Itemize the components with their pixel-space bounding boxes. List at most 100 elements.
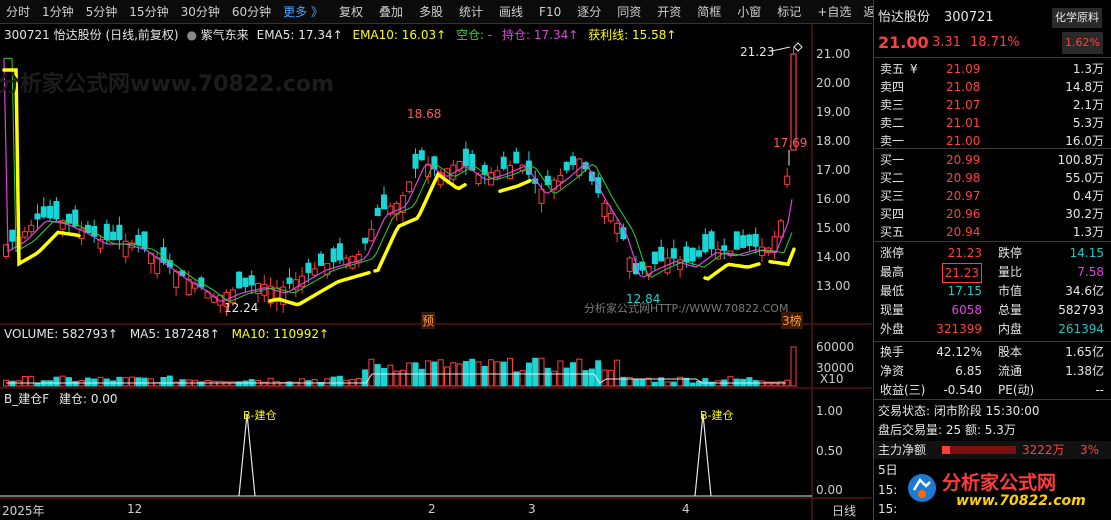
support-line [373,171,467,273]
signal-spike [694,413,712,497]
low-label: 12.24 [224,301,259,315]
toolbar-item[interactable]: 统计 [453,0,489,24]
ask-row[interactable]: 卖四 21.08 14.8万 [874,78,1111,96]
ask-row[interactable]: 卖三 21.07 2.1万 [874,96,1111,114]
stat-label: 总量 [998,303,1023,317]
candle-body [746,234,753,247]
volume-bar [651,381,658,387]
x-label: 3 [528,502,536,516]
toolbar-item[interactable]: 同资 [611,0,647,24]
candle-body [677,259,684,271]
volume-bar [286,381,293,387]
toolbar-item[interactable]: 标记 [771,0,807,24]
stat-value: 34.6亿 [1065,284,1104,298]
y-tick: 18.00 [816,134,851,148]
candle-body [626,257,633,272]
industry-tag[interactable]: 化学原料 [1052,8,1102,28]
volume-bar [633,379,639,387]
bid-volume: 55.0万 [1065,171,1104,185]
bid-price: 20.94 [946,225,981,239]
toolbar-item[interactable]: 1分钟 [36,0,80,24]
toolbar-item[interactable]: 复权 [333,0,369,24]
period-toolbar: 分时 1分钟 5分钟 15分钟 30分钟 60分钟 更多 》复权 叠加 多股 统计 画线 F10 逐分同… [0,0,887,24]
bid-row[interactable]: 买五 20.94 1.3万 [874,223,1111,241]
bid-label: 买三 [880,189,905,203]
toolbar-item[interactable]: 开资 [651,0,687,24]
candle-body [9,229,16,242]
volume-bar [242,380,249,387]
ask-flag: ¥ [910,62,918,76]
bid-row[interactable]: 买三 20.97 0.4万 [874,187,1111,205]
toolbar-item[interactable]: F10 [533,0,567,24]
volume-bar [368,358,375,387]
main-net-row[interactable]: 主力净额 3222万 3% [874,441,1111,459]
stat-label: 跌停 [998,246,1023,260]
stat-label: 股本 [998,345,1023,359]
indicator-title[interactable]: B_建仓F [4,392,49,406]
candle-body [689,247,696,262]
toolbar-item[interactable]: +自选 [811,0,857,24]
volume-bar [582,370,589,387]
tag-pct: 1.62% [1062,32,1103,54]
logo-url: www.70822.com [956,493,1086,509]
stock-name: 怡达股份 [878,10,931,25]
candle-body [708,231,715,250]
candle-body [702,234,709,253]
candle-body [40,206,47,218]
x-label: 2 [428,502,436,516]
chart-area[interactable]: 300721 怡达股份 (日线,前复权) ● 紫气东来 EMA5: 17.34↑… [0,24,872,520]
ask-price: 21.08 [946,80,981,94]
toolbar-item[interactable]: 30分钟 [175,0,226,24]
volume-bar [160,376,167,387]
toolbar-item[interactable]: 分时 [0,0,36,24]
candle-body [53,201,60,220]
candle-body [601,202,608,217]
price-change: 3.31 [932,35,961,50]
volume-tick: 60000 [816,340,855,354]
ask-row[interactable]: 卖五 ¥21.09 1.3万 [874,60,1111,78]
ask-label: 卖三 [880,98,905,112]
volume-ma5: MA5: 187248↑ [129,327,220,341]
candle-body [557,174,564,183]
ask-label: 卖四 [880,80,905,94]
toolbar-item[interactable]: 画线 [493,0,529,24]
volume-bar [53,376,60,387]
bid-row[interactable]: 买一 20.99 100.8万 [874,151,1111,169]
kline-chart[interactable] [0,24,872,520]
volume-bar [97,376,104,387]
after-hours-text: 盘后交易量: 25 额: 5.3万 [878,423,1016,437]
toolbar-item[interactable]: 5分钟 [80,0,124,24]
toolbar-item[interactable]: 简框 [691,0,727,24]
price-label: 17.69 [773,136,808,150]
bid-label: 买五 [880,225,905,239]
ask-price: 21.09 [946,62,981,76]
volume-bar [639,378,646,387]
toolbar-item[interactable]: 叠加 [373,0,409,24]
candle-body [683,246,690,263]
y-tick: 21.00 [816,47,851,61]
bid-row[interactable]: 买二 20.98 55.0万 [874,169,1111,187]
toolbar-item[interactable]: 60分钟 [226,0,277,24]
toolbar-item[interactable]: 小窗 [731,0,767,24]
signal-label: B-建仓 [700,409,734,422]
indicator-value: 建仓: 0.00 [58,392,118,406]
candle-body [368,228,375,242]
period-label[interactable]: 日线 [832,502,856,519]
y-tick: 19.00 [816,105,851,119]
volume-bar [236,381,243,387]
ask-row[interactable]: 卖二 21.01 5.3万 [874,114,1111,132]
y-tick: 17.00 [816,163,851,177]
toolbar-item[interactable]: 更多 》 [277,0,329,24]
candle-body [614,222,621,234]
toolbar-item[interactable]: 逐分 [571,0,607,24]
toolbar-item[interactable]: 多股 [413,0,449,24]
candle-body [34,213,41,220]
toolbar-item[interactable]: 15分钟 [123,0,174,24]
bid-row[interactable]: 买四 20.96 30.2万 [874,205,1111,223]
stat-label: 量比 [998,265,1023,279]
after-hours: 盘后交易量: 25 额: 5.3万 [874,421,1111,439]
candle-body [771,236,778,252]
bid-price: 20.99 [946,153,981,167]
indicator-name[interactable]: 紫气东来 [201,28,249,42]
stat-value: 321399 [936,322,982,336]
